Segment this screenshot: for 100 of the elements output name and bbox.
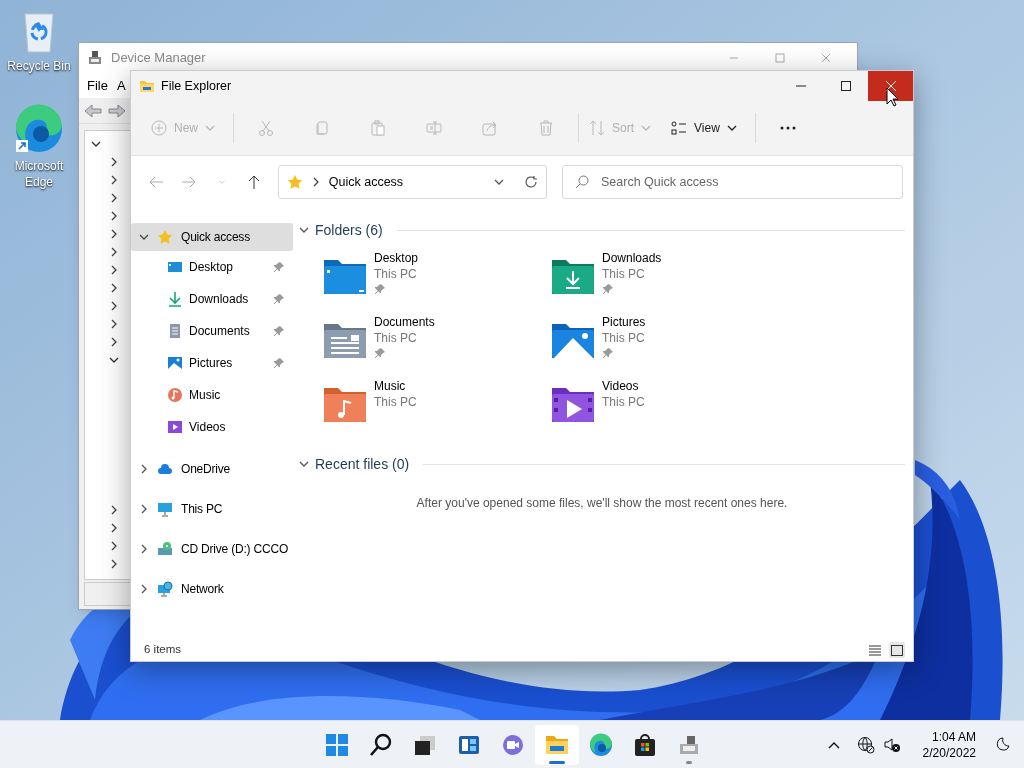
edge-browser-icon [589,732,613,757]
details-view-icon [868,643,882,657]
section-header[interactable]: Folders (6) [299,219,383,241]
folder-name: Documents [374,314,435,330]
store-icon [633,732,657,757]
forward-arrow-icon[interactable] [107,102,127,119]
nav-tree-item[interactable]: Downloads [131,283,293,315]
cloud-icon [157,461,173,477]
chat-icon [501,732,525,757]
search-field[interactable]: Search Quick access [562,165,903,199]
nav-tree-item[interactable]: Quick access [131,223,293,251]
maximize-icon [774,52,786,64]
close-icon [820,52,832,64]
folder-tile[interactable]: Documents This PC [323,312,551,376]
maximize-icon [839,80,852,92]
start-icon [325,732,349,757]
disc-drive-icon [157,541,173,557]
back-icon [148,174,165,190]
dropdown-icon [494,177,504,187]
nav-tree-item[interactable]: Music [131,379,293,411]
status-text: 6 items [144,642,182,658]
download-icon [167,291,183,307]
moon-icon[interactable] [994,736,1010,753]
cut-icon [258,120,274,136]
desktop-icon [167,259,183,275]
monitor-icon [157,501,173,517]
caret-icon [205,123,215,133]
nav-tree-item[interactable]: Documents [131,315,293,347]
section-header[interactable]: Recent files (0) [299,453,410,475]
details-view-button[interactable] [867,642,883,658]
chevron-right-icon [139,584,149,594]
pin-icon[interactable] [374,347,386,359]
pin-icon[interactable] [273,357,285,369]
caret-icon [726,123,737,133]
nav-tree-item[interactable]: OneDrive [131,455,293,483]
folder-tile[interactable]: Videos This PC [551,376,779,440]
star-icon [286,174,303,190]
refresh-icon[interactable] [524,175,538,189]
search-icon [369,732,393,757]
nav-tree-item[interactable]: CD Drive (D:) CCCO [131,535,293,563]
rename-icon [426,120,442,136]
folder-location: This PC [602,330,646,346]
close-icon [884,80,897,92]
pin-icon[interactable] [374,283,386,295]
folder-location: This PC [374,330,418,346]
clock[interactable]: 1:04 AM 2/20/2022 [922,728,976,761]
nav-tree-item[interactable]: Pictures [131,347,293,379]
pin-icon[interactable] [273,293,285,305]
pin-icon[interactable] [273,325,285,337]
folder-location: This PC [374,394,417,410]
address-text: Quick access [328,173,404,191]
nav-tree-item[interactable]: Desktop [131,251,293,283]
network-icon [157,581,173,597]
window-title: File Explorer [161,77,232,95]
forward-icon [181,174,198,190]
nav-tree-item[interactable]: Network [131,575,293,603]
caret-icon [641,123,652,133]
close-button[interactable] [868,71,913,101]
folder-name: Desktop [374,250,419,266]
back-arrow-icon[interactable] [83,102,103,119]
edge-browser-icon[interactable] [14,104,64,154]
search-icon [575,175,589,189]
menu-item[interactable]: A [116,75,126,96]
new-icon [151,120,167,136]
folder-name: Music [374,378,407,394]
pin-icon[interactable] [602,347,614,359]
folder-name: Pictures [602,314,646,330]
chevron-down-icon [139,232,149,242]
tiles-view-button[interactable] [889,642,905,658]
folder-location: This PC [374,266,418,282]
speaker-muted-icon[interactable] [882,735,901,754]
chevron-right-icon [139,544,149,554]
star-icon [157,229,173,245]
folder-tile[interactable]: Desktop This PC [323,248,551,312]
chevron-down-icon [299,459,309,469]
nav-tree-item[interactable]: Videos [131,411,293,443]
video-icon [167,419,183,435]
folder-name: Downloads [602,250,662,266]
toolbar-button[interactable]: View [665,111,743,145]
chevron-right-icon [139,464,149,474]
address-bar[interactable]: Quick access [277,165,547,199]
chevron-down-icon [299,225,309,235]
folder-location: This PC [602,394,645,410]
folder-tile[interactable]: Downloads This PC [551,248,779,312]
menu-item[interactable]: File [87,75,108,96]
nav-tree-item[interactable]: This PC [131,495,293,523]
folder-name: Videos [602,378,640,394]
document-icon [167,323,183,339]
folder-tile[interactable]: Music This PC [323,376,551,440]
folder-tile[interactable]: Pictures This PC [551,312,779,376]
folder-location: This PC [602,266,646,282]
view-icon [671,120,688,136]
pin-icon[interactable] [273,261,285,273]
globe-icon[interactable] [856,735,875,754]
copy-icon [314,120,330,136]
folder-icon [139,78,155,94]
chevron-right-icon [139,504,149,514]
delete-icon [538,120,554,136]
share-icon [482,120,498,136]
pin-icon[interactable] [602,283,614,295]
